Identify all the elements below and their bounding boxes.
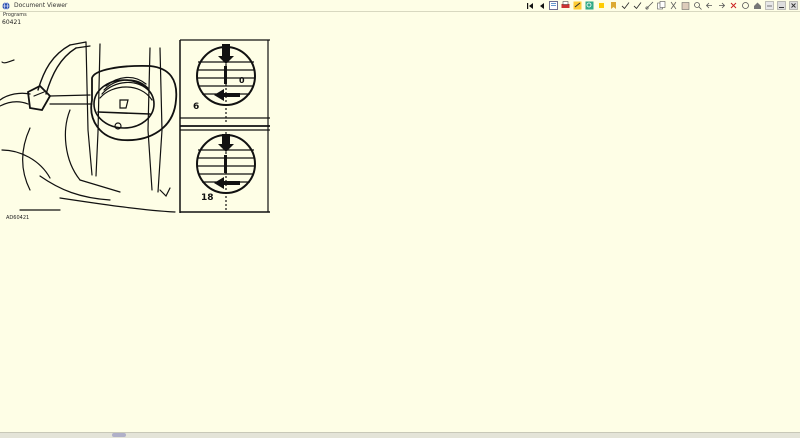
- forward-icon[interactable]: [717, 1, 726, 10]
- figure-label: AD60421: [6, 215, 30, 221]
- callout-0: 0: [239, 76, 245, 85]
- document-id: 60421: [2, 19, 22, 26]
- highlight-icon[interactable]: [573, 1, 582, 10]
- help-icon[interactable]: [765, 1, 774, 10]
- menu-item-programs[interactable]: Programs: [3, 12, 27, 18]
- technical-illustration: [0, 39, 270, 213]
- page-view-icon[interactable]: [549, 1, 558, 10]
- bookmark-icon[interactable]: [609, 1, 618, 10]
- app-globe-icon: [2, 1, 10, 10]
- callout-18: 18: [201, 193, 214, 203]
- toolbar: [525, 0, 798, 11]
- prev-page-icon[interactable]: [537, 1, 546, 10]
- print-icon[interactable]: [561, 1, 570, 10]
- home-icon[interactable]: [753, 1, 762, 10]
- check-icon[interactable]: [633, 1, 642, 10]
- taskbar-button[interactable]: [112, 433, 126, 437]
- window-title: Document Viewer: [14, 2, 68, 9]
- first-page-icon[interactable]: [525, 1, 534, 10]
- cut-icon[interactable]: [669, 1, 678, 10]
- status-bar: [0, 432, 800, 438]
- minimize-icon[interactable]: [777, 1, 786, 10]
- note-icon[interactable]: [597, 1, 606, 10]
- close-icon[interactable]: [789, 1, 798, 10]
- callout-6: 6: [193, 102, 200, 112]
- zoom-icon[interactable]: [585, 1, 594, 10]
- link-icon[interactable]: [645, 1, 654, 10]
- back-icon[interactable]: [705, 1, 714, 10]
- refresh-icon[interactable]: [741, 1, 750, 10]
- check-icon[interactable]: [621, 1, 630, 10]
- copy-icon[interactable]: [657, 1, 666, 10]
- find-icon[interactable]: [693, 1, 702, 10]
- menu-bar: Programs: [0, 11, 800, 19]
- stop-icon[interactable]: [729, 1, 738, 10]
- paste-icon[interactable]: [681, 1, 690, 10]
